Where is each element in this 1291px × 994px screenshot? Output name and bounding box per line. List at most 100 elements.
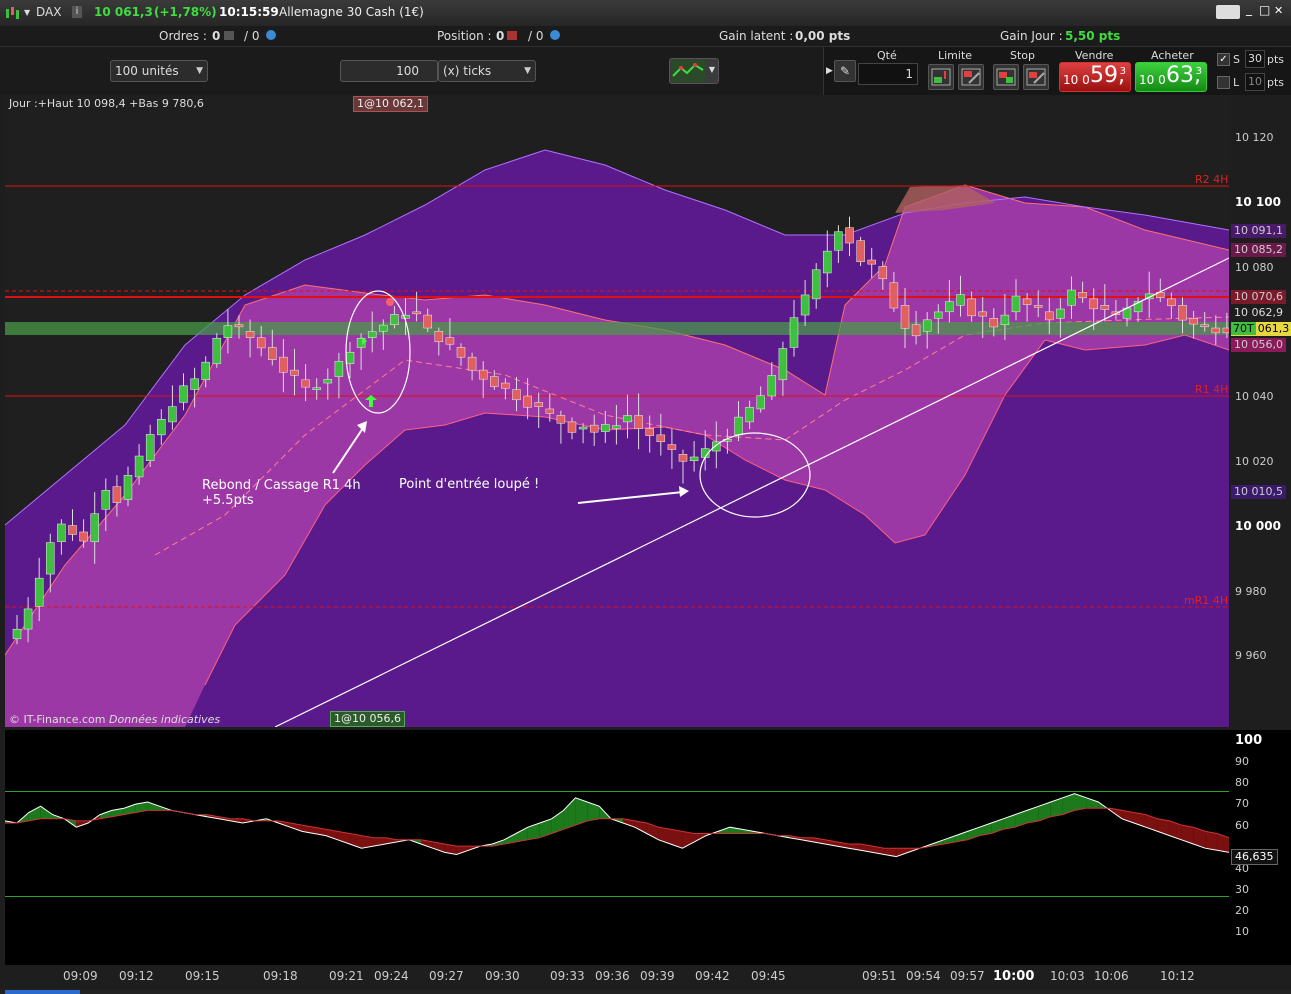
candle-body	[90, 513, 99, 542]
order-tag-bottom[interactable]: 1@10 056,6	[330, 711, 405, 727]
chart-tool-icon	[671, 60, 705, 82]
osc-fill	[539, 818, 552, 838]
status-strip-active	[5, 990, 80, 994]
osc-fill	[40, 806, 53, 819]
candle-body	[645, 428, 654, 436]
orders-settings-icon[interactable]	[266, 30, 276, 40]
expand-arrow-icon[interactable]: ▶	[826, 66, 833, 76]
candle-body	[412, 311, 421, 315]
candle-body	[867, 259, 876, 265]
limit-buy-icon	[931, 68, 951, 86]
gain-jour-label: Gain Jour :	[1000, 29, 1063, 43]
limit-buy-button[interactable]	[928, 64, 954, 90]
annotation-rebound-1: Rebond / Cassage R1 4h	[202, 478, 361, 493]
candle-body	[1056, 308, 1065, 319]
symbol-name[interactable]: DAX	[36, 5, 61, 19]
candle-body	[1011, 295, 1021, 313]
sell-price-prefix: 10 0	[1063, 73, 1090, 87]
position-settings-icon[interactable]	[550, 30, 560, 40]
candle-body	[1178, 305, 1187, 321]
draw-tool-button[interactable]: ▼	[669, 58, 719, 84]
time-tick: 09:12	[119, 969, 154, 983]
candle-body	[523, 395, 532, 408]
copyright: © IT-Finance.com Données indicatives	[9, 713, 220, 726]
time-axis[interactable]: 09:09 09:12 09:15 09:18 09:21 09:24 09:2…	[5, 965, 1229, 989]
candle-body	[256, 337, 266, 349]
oscillator-panel[interactable]	[5, 730, 1229, 965]
candle-body	[423, 314, 432, 329]
time-tick: 09:09	[63, 969, 98, 983]
level-r1-label: R1 4H	[1195, 383, 1229, 396]
candle-body	[201, 361, 210, 381]
close-button[interactable]: ✕	[1274, 4, 1283, 17]
candle-body	[556, 415, 566, 424]
chart-header: Jour :+Haut 10 098,4 +Bas 9 780,6	[9, 97, 204, 110]
candle-body	[234, 324, 244, 328]
candle-body	[612, 425, 621, 429]
maximize-button[interactable]: □	[1259, 3, 1270, 17]
candle-body	[1022, 298, 1032, 305]
band-upper-tag: 10 091,1	[1231, 224, 1286, 238]
candle-body	[434, 331, 444, 343]
candle-body	[212, 337, 222, 364]
candle-body	[789, 317, 799, 348]
buy-button[interactable]: 10 0 63, 3	[1135, 62, 1207, 92]
price-tick: 10 080	[1235, 261, 1274, 274]
osc-fill	[682, 831, 695, 849]
stop-sell-button[interactable]	[1023, 64, 1049, 90]
candle-body	[168, 406, 177, 423]
candle-body	[889, 282, 899, 309]
minimize-button[interactable]: _	[1246, 2, 1252, 16]
current-price-tag: 70T 061,3	[1231, 322, 1291, 336]
clock: 10:15:59	[219, 5, 279, 19]
candle-body	[190, 378, 199, 390]
candle-body	[467, 356, 477, 371]
ticks-qty-input[interactable]: 100	[340, 60, 438, 82]
acheter-label: Acheter	[1151, 49, 1194, 62]
sell-button[interactable]: 10 0 59, 3	[1059, 62, 1131, 92]
qte-input[interactable]: 1	[858, 63, 918, 85]
osc-fill	[670, 829, 683, 849]
units-select[interactable]: 100 unités ▼	[110, 60, 208, 82]
candle-body	[379, 324, 388, 332]
position-close-icon[interactable]	[507, 31, 517, 40]
keyboard-icon[interactable]	[1216, 5, 1240, 19]
candle-body	[778, 348, 788, 381]
time-tick: 09:27	[429, 969, 464, 983]
candle-body	[290, 369, 299, 376]
candle-body	[68, 525, 77, 535]
orders-total: / 0	[244, 29, 260, 43]
limit-sell-button[interactable]	[958, 64, 984, 90]
oscillator-axis[interactable]: 100 90 80 70 60 40 30 20 10 46,635	[1229, 730, 1291, 965]
l-checkbox[interactable]	[1217, 76, 1230, 89]
osc-fill	[1205, 831, 1218, 851]
candle-body	[834, 231, 843, 251]
l-value-input[interactable]: 10	[1245, 73, 1265, 91]
qte-value: 1	[905, 67, 913, 81]
candle-body	[1000, 314, 1010, 326]
candle-body	[512, 389, 521, 401]
s-unit: pts	[1267, 53, 1285, 66]
candle-body	[856, 240, 865, 262]
price-axis[interactable]: 10 120 10 100 10 080 10 040 10 020 10 00…	[1229, 95, 1291, 727]
s-checkbox[interactable]: ✓	[1217, 53, 1230, 66]
candle-body	[390, 314, 399, 326]
stop-buy-button[interactable]	[993, 64, 1019, 90]
candle-body	[478, 369, 488, 380]
orders-cancel-icon[interactable]	[224, 31, 234, 40]
price-chart[interactable]: Jour :+Haut 10 098,4 +Bas 9 780,6 1@10 0…	[5, 95, 1229, 727]
s-value-input[interactable]: 30	[1245, 50, 1265, 68]
order-tag-top[interactable]: 1@10 062,1	[353, 96, 428, 112]
units-select-value: 100 unités	[115, 64, 179, 78]
limit-sell-icon	[961, 68, 981, 86]
time-tick: 09:30	[485, 969, 520, 983]
info-icon[interactable]: i	[72, 6, 82, 18]
candle-body	[934, 311, 943, 319]
order-panel: ▶ ✎ Qté 1 Limite Stop Vendre 10 0 59, 3 …	[823, 47, 1291, 95]
dropdown-arrow[interactable]: ▼	[24, 8, 30, 17]
ticks-unit-select[interactable]: (x) ticks ▼	[438, 60, 536, 82]
entry-zone	[5, 322, 1229, 335]
candle-body	[800, 294, 810, 316]
wrench-button[interactable]: ✎	[834, 60, 856, 82]
osc-tick: 80	[1235, 776, 1249, 789]
